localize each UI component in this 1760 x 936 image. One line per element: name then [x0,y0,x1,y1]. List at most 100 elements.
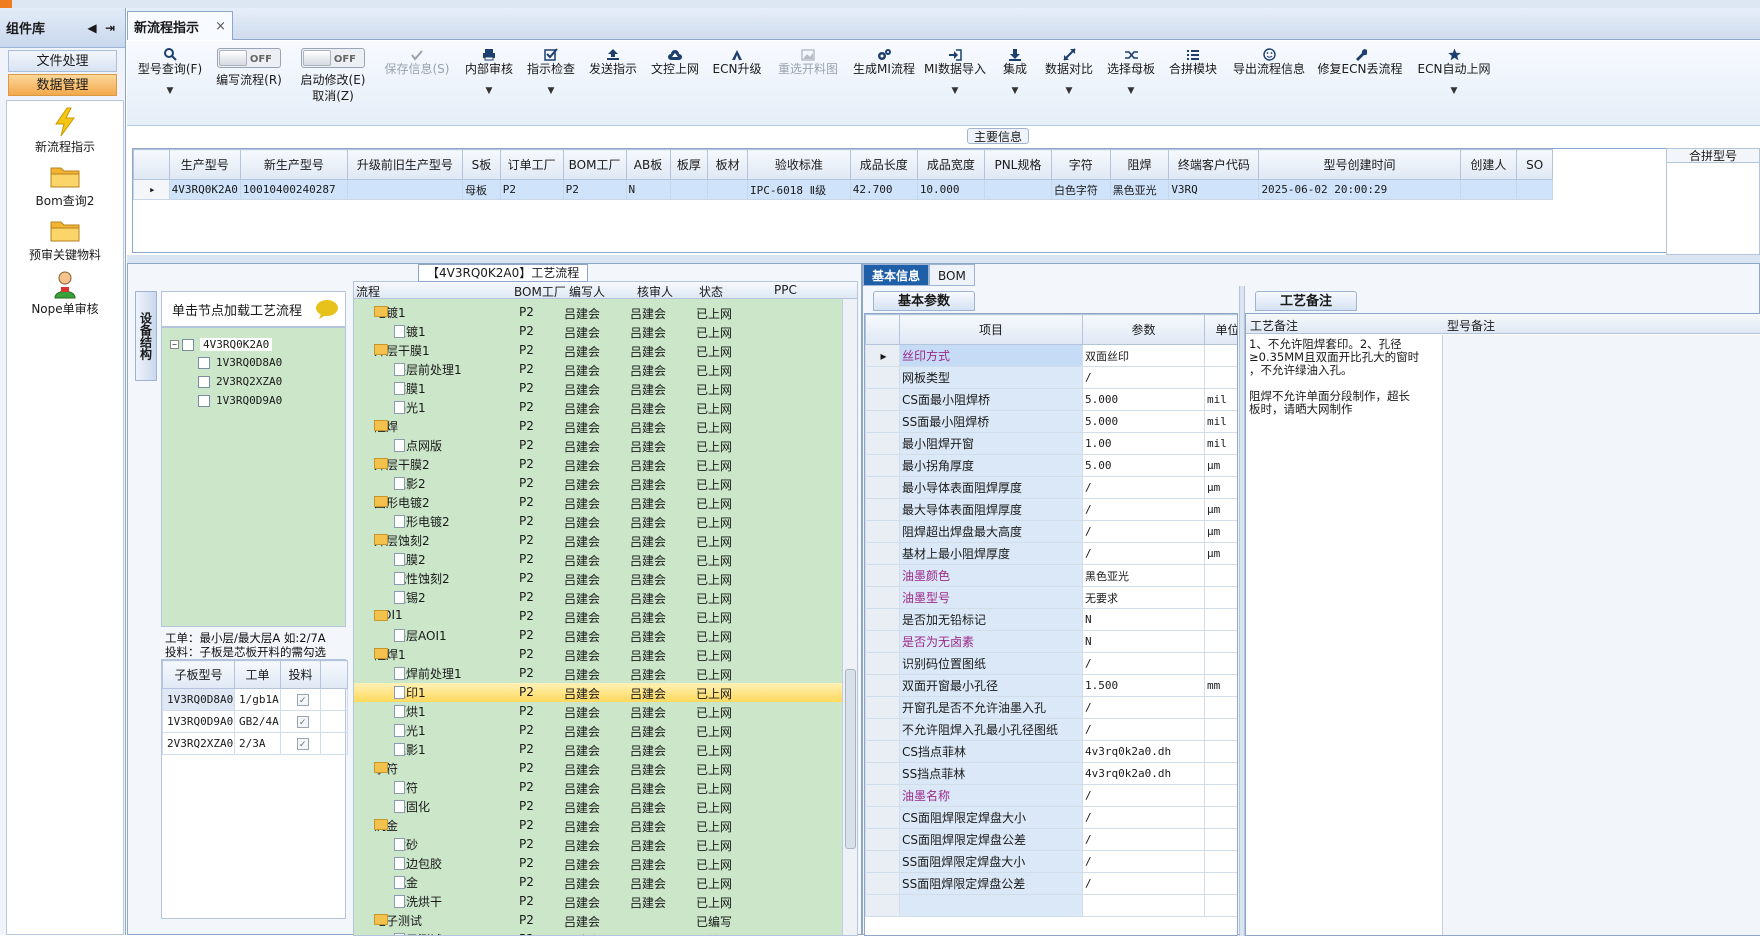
row-selector[interactable] [865,520,900,543]
process-row[interactable]: 阻焊前处理1 P2 吕建会 吕建会 已上网 [354,664,844,683]
table-cell[interactable]: 10.000 [916,179,985,200]
row-selector[interactable]: ▸ [865,344,900,367]
param-row[interactable]: 油墨型号 无要求 [865,586,1237,609]
process-node[interactable]: 阻焊前处理1 [394,665,462,682]
column-header[interactable]: AB板 [625,149,671,180]
feed-checkbox[interactable]: ✓ [280,688,321,711]
sidebar-item-new-flow[interactable]: 新流程指示 [7,107,123,155]
param-value[interactable]: / [1082,652,1205,675]
process-node[interactable]: −外层蚀刻2 [374,532,430,549]
reselect-cutting-chart-button[interactable]: 重选开料图 [771,41,845,126]
param-row[interactable]: 最小阻焊开窗 1.00 mil [865,432,1237,455]
table-cell[interactable]: 42.700 [849,179,918,200]
sign-out-icon[interactable]: ⇥ [101,21,119,35]
param-row[interactable]: 开窗孔是否不允许油墨入孔 / [865,696,1237,719]
column-header[interactable]: 核审人 [637,283,673,300]
model-query-button[interactable]: 型号查询(F) ▼ [135,41,205,126]
column-header[interactable]: 订单工厂 [499,149,564,180]
param-row[interactable]: SS面最小阻焊桥 5.000 mil [865,410,1237,433]
param-row[interactable]: 油墨名称 / [865,784,1237,807]
process-row[interactable]: −外层干膜2 P2 吕建会 吕建会 已上网 [354,455,844,474]
tree-node[interactable]: 1V3RQ0D8A0 [198,354,282,371]
param-value[interactable]: / [1082,872,1205,895]
toggle-switch[interactable]: OFF [217,48,281,68]
column-header[interactable]: 成品长度 [849,149,918,180]
save-info-button[interactable]: 保存信息(S) [379,41,455,126]
param-row[interactable]: SS面阻焊限定焊盘公差 / [865,872,1237,895]
process-node[interactable]: 曝光1 [394,722,426,739]
row-selector[interactable] [865,850,900,873]
send-instruction-button[interactable]: 发送指示 [585,41,641,126]
column-header[interactable]: 终端客户代码 [1168,149,1260,180]
process-node[interactable]: 喷砂 [394,836,418,853]
param-row[interactable]: ▸ 丝印方式 双面丝印 [865,344,1237,367]
table-row[interactable]: ▸ 4V3RQ0K2A0 10010400240287 母板 P2 P2 N I… [133,179,1553,200]
column-header[interactable]: 投料 [280,660,321,689]
process-node[interactable]: −外层干膜1 [374,342,430,359]
column-header[interactable]: 流程 [356,283,380,300]
column-header[interactable]: 板材 [707,149,749,180]
chevron-down-icon[interactable]: ▼ [1041,83,1097,99]
param-value[interactable]: / [1082,696,1205,719]
feed-checkbox[interactable]: ✓ [280,732,321,755]
checkbox[interactable] [198,356,210,369]
process-node[interactable]: 沉金 [394,874,418,891]
param-value[interactable]: 5.000 [1082,388,1205,411]
process-node[interactable]: 水洗烘干 [394,893,442,910]
column-header[interactable]: 型号备注 [1447,317,1495,334]
process-node[interactable]: −阻焊1 [374,646,406,663]
table-cell[interactable]: N [625,179,671,200]
param-row[interactable]: 识别码位置图纸 / [865,652,1237,675]
table-cell[interactable] [707,179,749,200]
param-value[interactable]: / [1082,498,1205,521]
row-selector[interactable] [865,454,900,477]
param-row[interactable]: CS面阻焊限定焊盘公差 / [865,828,1237,851]
param-value[interactable]: / [1082,784,1205,807]
collapse-left-icon[interactable]: ◀ [83,21,101,35]
table-cell[interactable] [1516,179,1553,200]
row-selector[interactable] [865,652,900,675]
param-value[interactable]: / [1082,850,1205,873]
row-selector[interactable] [865,542,900,565]
start-edit-toggle[interactable]: OFF 启动修改(E) 取消(Z) [293,41,373,126]
process-node[interactable]: 终固化 [394,798,430,815]
table-cell[interactable]: P2 [499,179,564,200]
process-node[interactable]: −图形电镀2 [374,494,430,511]
data-compare-button[interactable]: 数据对比 ▼ [1041,41,1097,126]
merge-module-button[interactable]: 合拼模块 [1165,41,1221,126]
generate-mi-flow-button[interactable]: 生成MI流程 [851,41,917,126]
row-selector[interactable] [865,432,900,455]
process-node[interactable]: 图形电镀2 [394,513,450,530]
table-cell[interactable]: 黑色亚光 [1109,179,1170,200]
table-cell[interactable]: 2/3A [234,732,281,755]
process-row[interactable]: 字符 P2 吕建会 吕建会 已上网 [354,778,844,797]
row-selector[interactable] [865,674,900,697]
process-row[interactable]: 退锡2 P2 吕建会 吕建会 已上网 [354,588,844,607]
process-row[interactable]: 曝光1 P2 吕建会 吕建会 已上网 [354,721,844,740]
row-selector[interactable] [865,586,900,609]
table-cell[interactable] [1459,179,1518,200]
row-selector[interactable] [865,366,900,389]
sidebar-item-nope-review[interactable]: Nope单审核 [7,269,123,317]
param-row[interactable]: CS面最小阻焊桥 5.000 mil [865,388,1237,411]
process-node[interactable]: 退膜2 [394,551,426,568]
process-row[interactable]: 外层前处理1 P2 吕建会 吕建会 已上网 [354,360,844,379]
param-row[interactable]: SS面阻焊限定焊盘大小 / [865,850,1237,873]
column-header[interactable]: 型号创建时间 [1258,149,1461,180]
process-row[interactable]: 曝光1 P2 吕建会 吕建会 已上网 [354,398,844,417]
scrollbar-thumb[interactable] [845,669,856,849]
column-header[interactable]: 验收标准 [747,149,851,180]
row-selector[interactable] [865,784,900,807]
process-node[interactable]: 碱性蚀刻2 [394,570,450,587]
process-node[interactable]: −字符 [374,760,398,777]
instruction-check-button[interactable]: 指示检查 ▼ [523,41,579,126]
process-row[interactable]: 预烘1 P2 吕建会 吕建会 已上网 [354,702,844,721]
process-node[interactable]: 挡点网版 [394,437,442,454]
tab-file-processing[interactable]: 文件处理 [8,50,117,72]
chevron-down-icon[interactable]: ▼ [461,83,517,99]
column-header[interactable]: BOM工厂 [514,283,566,300]
tree-node[interactable]: 1V3RQ0D9A0 [198,392,282,409]
vertical-scrollbar[interactable] [842,299,857,935]
process-row[interactable]: −阻焊1 P2 吕建会 吕建会 已上网 [354,645,844,664]
row-selector[interactable] [865,894,900,917]
